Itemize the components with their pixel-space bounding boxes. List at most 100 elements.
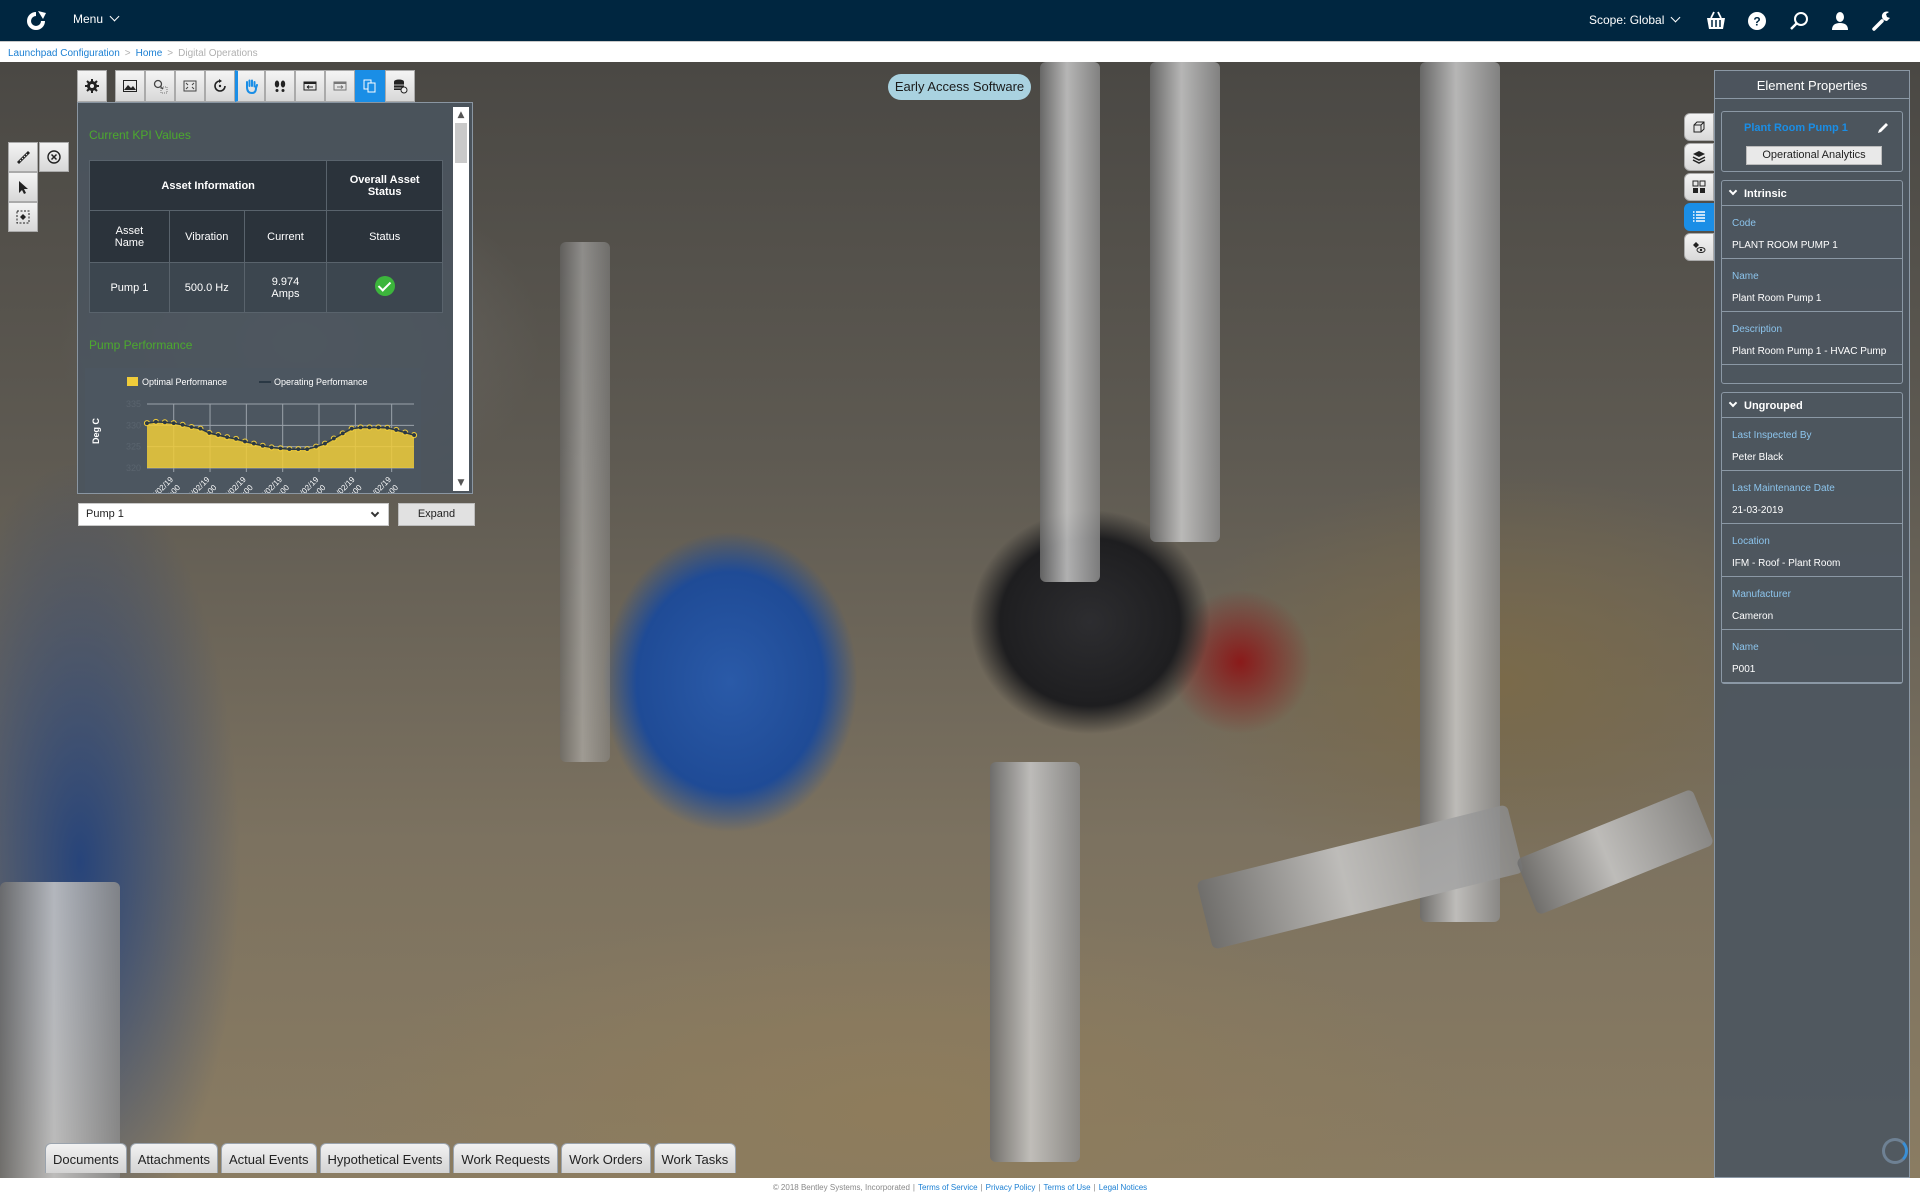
clear-button[interactable] — [39, 142, 69, 172]
side-tab-visibility[interactable] — [1684, 233, 1714, 261]
search-icon[interactable] — [1788, 10, 1810, 32]
scene-pipe — [560, 242, 610, 762]
fit-view-icon — [183, 80, 197, 92]
operating-performance-point — [332, 436, 336, 441]
property-value: Cameron — [1732, 611, 1774, 622]
optimal-performance-area — [147, 421, 414, 468]
wrench-icon[interactable] — [1870, 10, 1892, 32]
tab-attachments[interactable]: Attachments — [129, 1143, 219, 1173]
operational-analytics-button[interactable]: Operational Analytics — [1746, 146, 1882, 165]
visibility-icon — [1693, 242, 1706, 253]
rotate-button[interactable] — [205, 70, 235, 102]
tab-hypothetical-events[interactable]: Hypothetical Events — [319, 1143, 451, 1173]
ruler-icon — [17, 151, 30, 164]
settings-button[interactable] — [77, 70, 107, 102]
pencil-icon[interactable] — [1876, 121, 1890, 135]
privacy-policy-link[interactable]: Privacy Policy — [986, 1183, 1036, 1192]
tab-work-tasks[interactable]: Work Tasks — [653, 1143, 737, 1173]
operating-performance-point — [341, 431, 345, 436]
property-value: IFM - Roof - Plant Room — [1732, 558, 1841, 569]
terms-of-service-link[interactable]: Terms of Service — [918, 1183, 978, 1192]
table-row[interactable]: Pump 1 500.0 Hz 9.974 Amps — [89, 262, 443, 313]
breadcrumb-current: Digital Operations — [178, 48, 258, 59]
legal-notices-link[interactable]: Legal Notices — [1099, 1183, 1147, 1192]
operating-performance-point — [358, 425, 363, 430]
header-asset-information: Asset Information — [88, 160, 328, 211]
operating-performance-point — [154, 420, 158, 424]
legend-swatch-optimal — [127, 377, 138, 386]
walk-button[interactable] — [265, 70, 295, 102]
group-header-intrinsic[interactable]: Intrinsic — [1722, 181, 1902, 206]
chevron-down-icon — [109, 11, 120, 22]
scene-pipe — [1420, 62, 1500, 922]
arrow-right-window-icon — [333, 81, 347, 91]
scope-selector[interactable]: Scope: Global — [1589, 12, 1681, 27]
property-label: Code — [1732, 218, 1756, 229]
tab-work-orders[interactable]: Work Orders — [561, 1143, 651, 1173]
breadcrumb-home[interactable]: Home — [136, 48, 163, 59]
close-circle-icon — [47, 150, 61, 164]
expand-button[interactable]: Expand — [398, 503, 475, 526]
operating-performance-point — [296, 447, 301, 452]
scope-label: Scope: Global — [1589, 13, 1665, 27]
asset-select[interactable]: Pump 1 — [78, 503, 389, 526]
next-view-button[interactable] — [325, 70, 355, 102]
list-icon — [1693, 211, 1705, 222]
menu-label: Menu — [73, 12, 104, 26]
operating-performance-point — [180, 423, 185, 427]
user-icon[interactable] — [1829, 10, 1851, 32]
footer-separator: | — [980, 1183, 983, 1192]
previous-view-button[interactable] — [295, 70, 325, 102]
database-gear-icon — [394, 79, 408, 94]
tab-documents[interactable]: Documents — [45, 1143, 127, 1173]
operating-performance-point — [243, 439, 247, 444]
breadcrumb-launchpad[interactable]: Launchpad Configuration — [8, 48, 120, 59]
app-logo-icon[interactable] — [24, 10, 48, 32]
help-icon[interactable]: ? — [1746, 10, 1768, 32]
property-row: Code PLANT ROOM PUMP 1 — [1722, 206, 1902, 259]
current-unit: Amps — [271, 287, 300, 300]
menu-button[interactable]: Menu — [73, 11, 120, 26]
side-tab-layers[interactable] — [1684, 143, 1714, 171]
tab-actual-events[interactable]: Actual Events — [221, 1143, 317, 1173]
group-header-ungrouped[interactable]: Ungrouped — [1722, 393, 1902, 418]
scene-pipe — [0, 882, 120, 1178]
y-tick-label: 320 — [126, 463, 141, 473]
operating-performance-point — [216, 433, 220, 437]
element-name: Plant Room Pump 1 — [1744, 122, 1848, 134]
data-manager-button[interactable] — [385, 70, 415, 102]
zoom-window-button[interactable] — [145, 70, 175, 102]
y-tick-label: 335 — [126, 399, 141, 409]
cell-current: 9.974 Amps — [243, 262, 328, 313]
grid-icon — [1692, 180, 1706, 193]
rotate-icon — [214, 79, 226, 92]
terms-of-use-link[interactable]: Terms of Use — [1044, 1183, 1091, 1192]
side-tab-3d-model[interactable] — [1684, 113, 1714, 141]
properties-title: Element Properties — [1715, 71, 1909, 99]
view-toolbar — [77, 70, 415, 102]
operating-performance-point — [260, 444, 265, 448]
property-group-intrinsic: Intrinsic Code PLANT ROOM PUMP 1 Name Plan… — [1721, 180, 1903, 384]
scroll-up-arrow[interactable]: ▲ — [456, 110, 466, 120]
pan-button[interactable] — [235, 70, 265, 102]
select-button[interactable] — [8, 172, 38, 202]
scroll-down-arrow[interactable]: ▼ — [456, 478, 466, 488]
side-tab-properties[interactable] — [1684, 203, 1714, 231]
fit-view-button[interactable] — [175, 70, 205, 102]
copy-views-button[interactable] — [355, 70, 385, 102]
select-box-button[interactable] — [8, 202, 38, 232]
basket-icon[interactable] — [1705, 10, 1727, 32]
property-label: Location — [1732, 536, 1770, 547]
tab-work-requests[interactable]: Work Requests — [453, 1143, 559, 1173]
footer-separator: | — [912, 1183, 915, 1192]
kpi-scrollbar[interactable]: ▲ ▼ — [453, 107, 469, 491]
view-mode-button[interactable] — [115, 70, 145, 102]
side-tab-grid[interactable] — [1684, 173, 1714, 201]
operating-performance-point — [349, 426, 354, 431]
scroll-thumb[interactable] — [455, 123, 467, 163]
element-card: Plant Room Pump 1 Operational Analytics — [1721, 111, 1903, 172]
property-row: Last Maintenance Date 21-03-2019 — [1722, 471, 1902, 524]
scene-pipe — [1040, 62, 1100, 582]
measure-button[interactable] — [8, 142, 38, 172]
copy-icon — [363, 79, 376, 93]
